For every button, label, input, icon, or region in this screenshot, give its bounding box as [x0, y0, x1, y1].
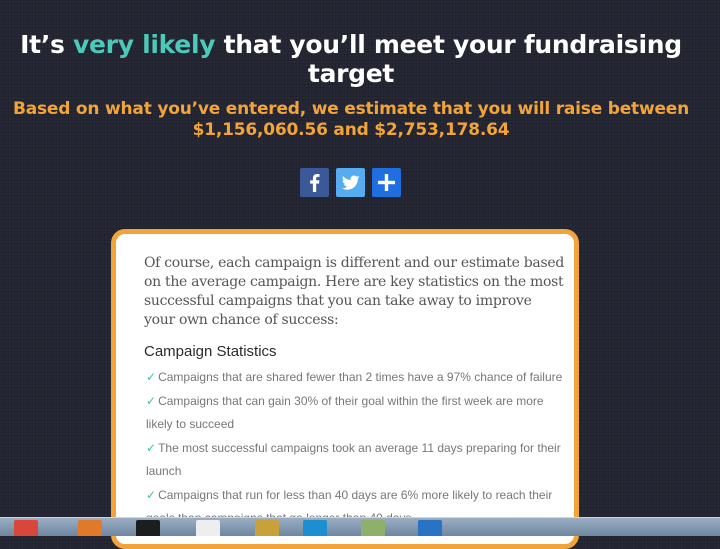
- list-item: ✓ Campaigns that can gain 30% of their go…: [146, 390, 566, 437]
- estimate-line-1: Based on what you’ve entered, we estimat…: [12, 99, 690, 119]
- twitter-share-button[interactable]: [336, 168, 365, 197]
- headline-suffix: that you’ll meet your fundraising target: [215, 30, 683, 88]
- stat-text: Campaigns that can gain 30% of their goa…: [146, 393, 544, 432]
- app-taskbar-icon[interactable]: [255, 520, 279, 536]
- stat-text: The most successful campaigns took an av…: [146, 440, 561, 479]
- page-headline: It’s very likely that you’ll meet your f…: [0, 30, 702, 88]
- terminal-taskbar-icon[interactable]: [136, 520, 160, 536]
- facebook-share-button[interactable]: [300, 168, 329, 197]
- estimate-text: Based on what you’ve entered, we estimat…: [0, 99, 702, 141]
- check-icon: ✓: [146, 440, 157, 455]
- list-item: ✓ The most successful campaigns took an a…: [146, 437, 566, 484]
- share-buttons: [300, 168, 401, 197]
- estimate-range: $1,156,060.56 and $2,753,178.64: [192, 120, 510, 140]
- stat-text: Campaigns that are shared fewer than 2 t…: [158, 370, 563, 384]
- facebook-icon: [310, 174, 320, 192]
- twitter-icon: [341, 175, 360, 190]
- stats-list: ✓ Campaigns that are shared fewer than 2 …: [146, 366, 566, 531]
- network-taskbar-icon[interactable]: [303, 520, 327, 536]
- document-taskbar-icon[interactable]: [196, 520, 220, 536]
- firefox-taskbar-icon[interactable]: [78, 520, 102, 536]
- check-icon: ✓: [146, 393, 157, 408]
- card-intro-text: Of course, each campaign is different an…: [144, 255, 565, 328]
- statistics-card: Of course, each campaign is different an…: [111, 229, 579, 549]
- plus-icon: [378, 174, 395, 191]
- stats-heading: Campaign Statistics: [144, 343, 277, 360]
- headline-accent: very likely: [73, 30, 216, 59]
- list-item: ✓ Campaigns that are shared fewer than 2 …: [146, 366, 566, 390]
- app-taskbar-icon-2[interactable]: [361, 520, 385, 536]
- headline-prefix: It’s: [20, 30, 74, 59]
- app-taskbar-icon-3[interactable]: [418, 520, 442, 536]
- check-icon: ✓: [146, 370, 157, 384]
- check-icon: ✓: [146, 487, 157, 502]
- chrome-taskbar-icon[interactable]: [14, 520, 38, 536]
- os-taskbar: [0, 517, 720, 536]
- add-share-button[interactable]: [372, 168, 401, 197]
